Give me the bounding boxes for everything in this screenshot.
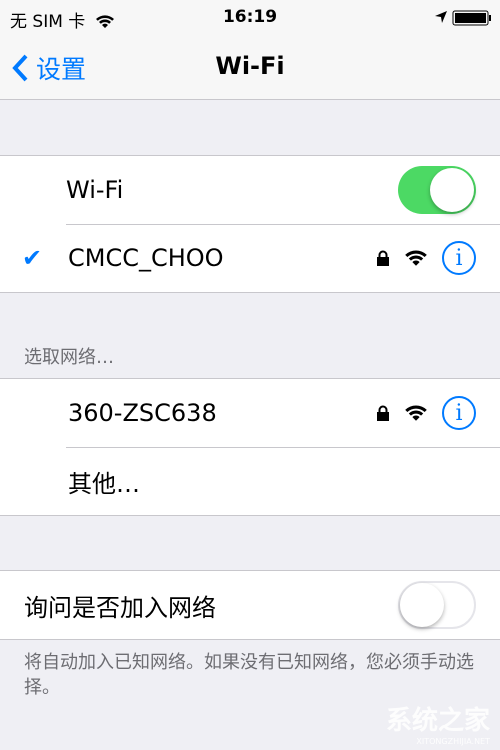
wifi-signal-icon [405, 250, 427, 266]
watermark-logo: 系统之家 XITONGZHIJIA.NET [385, 706, 490, 746]
network-name: CMCC_CHOO [68, 244, 224, 272]
clock: 16:19 [222, 7, 278, 27]
ask-join-group: 询问是否加入网络 [0, 570, 500, 640]
networks-group: 360-ZSC638 i 其他… [0, 378, 500, 516]
wifi-label: Wi-Fi [66, 176, 124, 204]
checkmark-icon: ✔ [22, 244, 43, 272]
wifi-signal-icon [405, 405, 427, 421]
network-name: 360-ZSC638 [68, 399, 217, 427]
ask-join-label: 询问是否加入网络 [24, 593, 216, 622]
info-button[interactable]: i [442, 396, 476, 430]
navigation-bar: 设置 Wi-Fi [0, 36, 500, 100]
lock-icon [377, 250, 389, 266]
networks-header: 选取网络… [24, 347, 114, 368]
other-label: 其他… [68, 469, 140, 498]
page-title: Wi-Fi [215, 52, 285, 80]
footer-note: 将自动加入已知网络。如果没有已知网络，您必须手动选择。 [24, 652, 474, 698]
status-bar: 无 SIM 卡 16:19 [0, 0, 500, 36]
ask-join-row: 询问是否加入网络 [0, 571, 500, 639]
wifi-toggle-row: Wi-Fi [0, 156, 500, 224]
wifi-toggle[interactable] [398, 166, 476, 214]
battery-icon [452, 10, 491, 26]
lock-icon [377, 405, 389, 421]
location-arrow-icon [435, 11, 447, 23]
wifi-group: Wi-Fi ✔ CMCC_CHOO i [0, 155, 500, 293]
network-row[interactable]: 360-ZSC638 i [0, 379, 500, 447]
other-network-row[interactable]: 其他… [0, 447, 500, 515]
info-button[interactable]: i [442, 241, 476, 275]
connected-network-row[interactable]: ✔ CMCC_CHOO i [0, 224, 500, 292]
ask-join-toggle[interactable] [398, 581, 476, 629]
